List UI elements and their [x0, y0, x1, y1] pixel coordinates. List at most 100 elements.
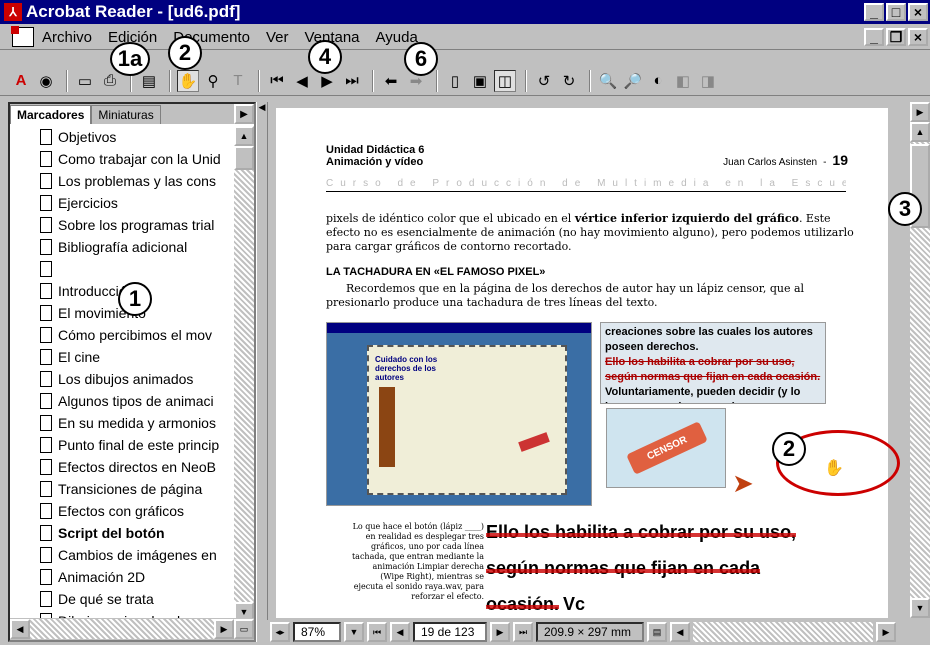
rotate-left-icon[interactable]: ↺ [533, 70, 555, 92]
toolbar-separator [436, 69, 438, 92]
menu-ayuda[interactable]: Ayuda [376, 29, 418, 46]
bookmark-item[interactable]: Ejercicios [10, 192, 232, 214]
parchment: Cuidado con los derechos de los autores [367, 345, 567, 495]
document-window-controls: _ ❐ × [864, 28, 928, 46]
bookmark-item[interactable]: Los dibujos animados [10, 368, 232, 390]
panel-splitter[interactable]: ◀ [256, 102, 268, 642]
bookmark-item[interactable]: Bibliografía adicional [10, 236, 232, 258]
scroll-track[interactable] [30, 619, 214, 639]
zoom-dropdown-icon[interactable]: ▼ [344, 622, 364, 642]
bookmark-item[interactable]: De qué se trata [10, 588, 232, 610]
bookmark-item[interactable]: Efectos con gráficos [10, 500, 232, 522]
status-scroll-left-icon[interactable]: ◀ [670, 622, 690, 642]
find-icon[interactable]: 🔍 [597, 70, 619, 92]
document-icon[interactable] [11, 26, 34, 47]
hand-icon[interactable]: ✋ [177, 69, 199, 92]
bookmark-item[interactable]: Cómo percibimos el mov [10, 324, 232, 346]
pdf-page: Unidad Didáctica 6 Animación y vídeo Jua… [276, 108, 900, 618]
minimize-button[interactable]: _ [864, 3, 884, 21]
screenshot-image: Cuidado con los derechos de los autores [326, 322, 592, 506]
document-view[interactable]: Unidad Didáctica 6 Animación y vídeo Jua… [270, 102, 910, 618]
doc-minimize-button[interactable]: _ [864, 28, 884, 46]
prev-page-icon[interactable]: ◀ [291, 70, 313, 92]
status-first-page-icon[interactable]: ⏮ [367, 622, 387, 642]
panel-options-icon[interactable]: ▭ [234, 619, 254, 639]
books-image [379, 387, 395, 467]
fit-page-icon[interactable]: ▣ [469, 70, 491, 92]
page-icon [40, 173, 52, 189]
zoom-field[interactable]: 87% [293, 622, 341, 642]
scroll-up-icon[interactable]: ▲ [234, 126, 254, 146]
rotate-right-icon[interactable]: ↻ [558, 70, 580, 92]
bookmark-item[interactable]: Como trabajar con la Unid [10, 148, 232, 170]
zoom-icon[interactable]: ⚲ [202, 70, 224, 92]
bookmark-item[interactable]: Transiciones de página [10, 478, 232, 500]
doc-restore-button[interactable]: ❐ [886, 28, 906, 46]
bookmark-item[interactable]: Cambios de imágenes en [10, 544, 232, 566]
next-highlight-icon[interactable]: ◨ [697, 70, 719, 92]
bookmark-item[interactable]: Objetivos [10, 126, 232, 148]
web-icon[interactable]: ◉ [35, 70, 57, 92]
bookmark-item[interactable]: Los problemas y las cons [10, 170, 232, 192]
acrobat-logo-icon[interactable]: A [10, 70, 32, 92]
page-icon [40, 481, 52, 497]
panel-menu-arrow-icon[interactable]: ▶ [234, 104, 254, 124]
bookmark-item[interactable]: Sobre los programas trial [10, 214, 232, 236]
actual-size-icon[interactable]: ▯ [444, 70, 466, 92]
back-icon[interactable]: ⬅ [380, 70, 402, 92]
text-select-icon[interactable]: T [227, 70, 249, 92]
page-icon [40, 129, 52, 145]
doc-panel-arrow-icon[interactable]: ▶ [910, 102, 930, 122]
bookmark-label: Transiciones de página [58, 481, 203, 497]
status-next-page-icon[interactable]: ▶ [490, 622, 510, 642]
first-page-icon[interactable]: ⏮ [266, 70, 288, 92]
bookmark-label: Objetivos [58, 129, 117, 145]
para1-text: pixels de idéntico color que el ubicado … [326, 212, 575, 225]
status-prev-page-icon[interactable]: ◀ [390, 622, 410, 642]
status-scroll-right-icon[interactable]: ▶ [876, 622, 896, 642]
prev-highlight-icon[interactable]: ◧ [672, 70, 694, 92]
panel-vertical-scrollbar[interactable]: ▲ ▼ [234, 126, 254, 622]
bookmark-label: Los dibujos animados [58, 371, 194, 387]
open-icon[interactable]: ▭ [74, 70, 96, 92]
doc-scroll-down-icon[interactable]: ▼ [910, 598, 930, 618]
toolbar-separator [66, 69, 68, 92]
scroll-thumb[interactable] [234, 146, 254, 170]
hand-cursor-icon: ✋ [824, 460, 844, 477]
menu-ver[interactable]: Ver [266, 29, 289, 46]
scroll-right-icon[interactable]: ▶ [214, 619, 234, 639]
find-next-icon[interactable]: 🔎 [622, 70, 644, 92]
document-vertical-scrollbar[interactable]: ▶ ▲ ▼ [910, 102, 930, 618]
last-page-icon[interactable]: ⏭ [341, 70, 363, 92]
status-last-page-icon[interactable]: ⏭ [513, 622, 533, 642]
bookmark-item[interactable]: En su medida y armonios [10, 412, 232, 434]
maximize-button[interactable]: □ [886, 3, 906, 21]
tab-miniaturas[interactable]: Miniaturas [91, 105, 161, 124]
doc-horizontal-scroll-track[interactable] [693, 622, 873, 642]
page-icon [40, 327, 52, 343]
bookmark-item[interactable]: Punto final de este princip [10, 434, 232, 456]
bookmark-label: Bibliografía adicional [58, 239, 188, 255]
tab-marcadores[interactable]: Marcadores [10, 105, 92, 124]
split-toggle-icon[interactable]: ◂▸ [270, 622, 290, 642]
page-icon [40, 415, 52, 431]
search-icon[interactable]: ◐ [647, 70, 669, 92]
doc-close-button[interactable]: × [908, 28, 928, 46]
bookmark-item[interactable]: El cine [10, 346, 232, 368]
bookmark-item[interactable]: Script del botón [10, 522, 232, 544]
para1-bold: vértice inferior izquierdo del gráfico [574, 212, 799, 225]
doc-scroll-up-icon[interactable]: ▲ [910, 122, 930, 142]
bookmark-item[interactable]: Algunos tipos de animaci [10, 390, 232, 412]
page-layout-icon[interactable]: ▤ [647, 622, 667, 642]
page-field[interactable]: 19 de 123 [413, 622, 487, 642]
censor-pencil-image: CENSOR [606, 408, 726, 488]
panel-horizontal-scrollbar[interactable]: ◀ ▶ ▭ [10, 618, 254, 640]
menu-archivo[interactable]: Archivo [42, 29, 92, 46]
bookmark-label: Algunos tipos de animaci [58, 393, 214, 409]
close-button[interactable]: × [908, 3, 928, 21]
bookmark-item[interactable]: Animación 2D [10, 566, 232, 588]
fit-width-icon[interactable]: ◫ [494, 69, 516, 92]
scroll-left-icon[interactable]: ◀ [10, 619, 30, 639]
bookmark-item[interactable]: Efectos directos en NeoB [10, 456, 232, 478]
bookmark-item[interactable] [10, 258, 232, 280]
